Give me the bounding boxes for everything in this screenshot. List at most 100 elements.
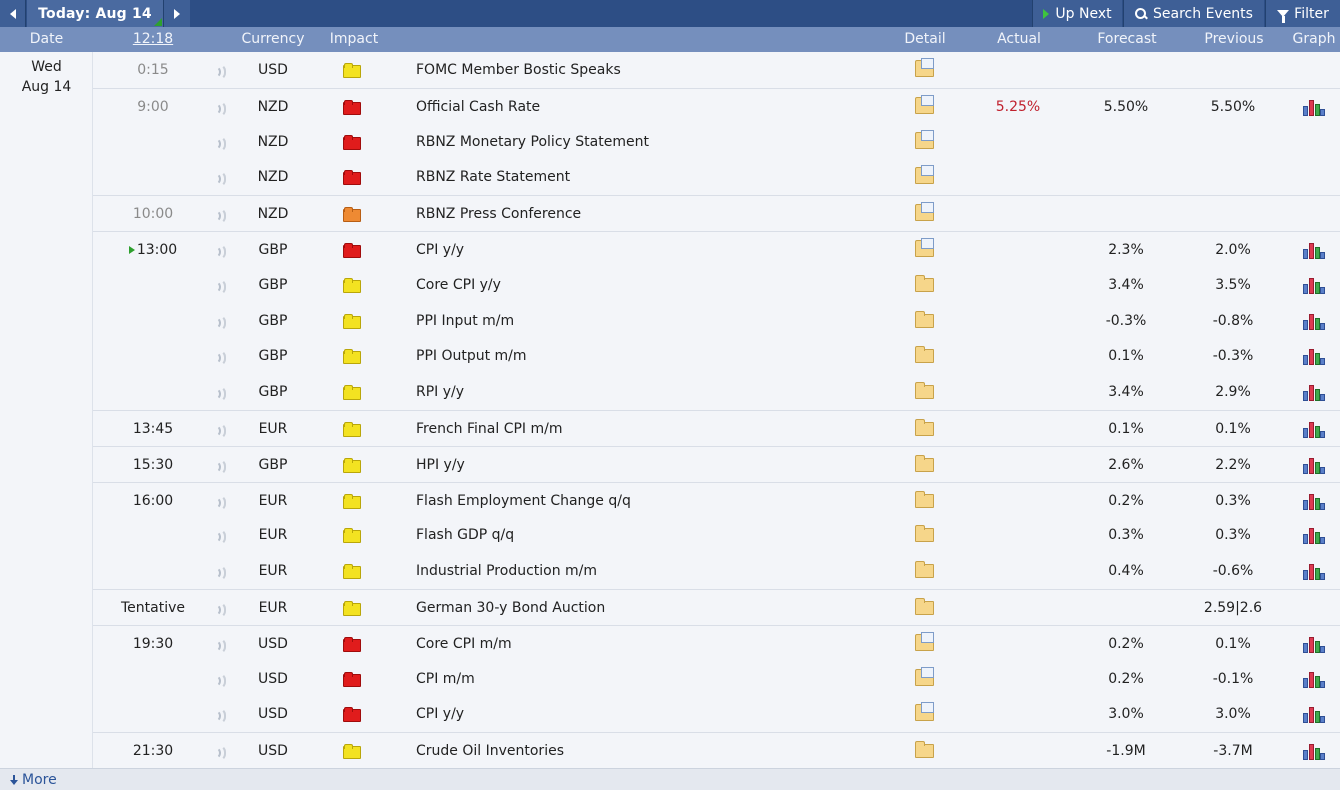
detail-folder-icon[interactable] [915,130,934,149]
detail-cell[interactable] [913,553,937,589]
event-title[interactable]: RPI y/y [416,374,876,410]
event-title[interactable]: FOMC Member Bostic Speaks [416,52,876,88]
detail-folder-icon[interactable] [915,382,934,399]
graph-cell[interactable] [1303,232,1325,268]
sound-icon[interactable] [215,423,226,439]
event-title[interactable]: CPI y/y [416,232,876,268]
detail-folder-icon[interactable] [915,702,934,721]
sound-alert-cell[interactable] [211,303,231,339]
event-row[interactable]: 21:30 USD Crude Oil Inventories -1.9M -3.7M [93,732,1340,768]
sound-alert-cell[interactable] [211,232,231,268]
graph-cell[interactable] [1303,447,1325,483]
event-title[interactable]: CPI y/y [416,696,876,732]
bar-chart-icon[interactable] [1303,383,1325,401]
event-title[interactable]: CPI m/m [416,661,876,697]
event-title[interactable]: HPI y/y [416,447,876,483]
detail-cell[interactable] [913,232,937,268]
sound-icon[interactable] [215,708,226,724]
detail-cell[interactable] [913,626,937,662]
detail-folder-icon[interactable] [915,275,934,292]
event-title[interactable]: RBNZ Rate Statement [416,159,876,195]
detail-cell[interactable] [913,89,937,125]
search-events-button[interactable]: Search Events [1123,0,1264,27]
sound-icon[interactable] [215,64,226,80]
event-row[interactable]: Tentative EUR German 30-y Bond Auction 2.59… [93,589,1340,625]
event-title[interactable]: French Final CPI m/m [416,411,876,447]
sound-icon[interactable] [215,638,226,654]
bar-chart-icon[interactable] [1303,347,1325,365]
detail-cell[interactable] [913,483,937,519]
sound-icon[interactable] [215,529,226,545]
bar-chart-icon[interactable] [1303,705,1325,723]
detail-cell[interactable] [913,159,937,195]
event-row[interactable]: GBP Core CPI y/y 3.4% 3.5% [93,267,1340,303]
sound-alert-cell[interactable] [211,696,231,732]
event-row[interactable]: 16:00 EUR Flash Employment Change q/q 0.2% 0… [93,482,1340,518]
sound-icon[interactable] [215,279,226,295]
event-row[interactable]: EUR Industrial Production m/m 0.4% -0.6% [93,553,1340,589]
event-row[interactable]: NZD RBNZ Monetary Policy Statement [93,124,1340,160]
event-row[interactable]: 10:00 NZD RBNZ Press Conference [93,195,1340,231]
filter-button[interactable]: Filter [1265,0,1340,27]
event-row[interactable]: NZD RBNZ Rate Statement [93,159,1340,195]
bar-chart-icon[interactable] [1303,562,1325,580]
event-row[interactable]: GBP PPI Input m/m -0.3% -0.8% [93,303,1340,339]
detail-folder-icon[interactable] [915,525,934,542]
detail-folder-icon[interactable] [915,598,934,615]
graph-cell[interactable] [1303,338,1325,374]
sound-alert-cell[interactable] [211,733,231,769]
graph-cell[interactable] [1303,733,1325,769]
sound-alert-cell[interactable] [211,159,231,195]
bar-chart-icon[interactable] [1303,241,1325,259]
event-row[interactable]: 13:45 EUR French Final CPI m/m 0.1% 0.1% [93,410,1340,446]
up-next-button[interactable]: Up Next [1032,0,1122,27]
detail-cell[interactable] [913,303,937,339]
graph-cell[interactable] [1303,696,1325,732]
event-title[interactable]: Core CPI y/y [416,267,876,303]
graph-cell[interactable] [1303,267,1325,303]
detail-folder-icon[interactable] [915,346,934,363]
bar-chart-icon[interactable] [1303,456,1325,474]
sound-icon[interactable] [215,602,226,618]
event-row[interactable]: GBP RPI y/y 3.4% 2.9% [93,374,1340,410]
sound-alert-cell[interactable] [211,661,231,697]
event-title[interactable]: Flash GDP q/q [416,517,876,553]
event-row[interactable]: USD CPI y/y 3.0% 3.0% [93,696,1340,732]
event-title[interactable]: RBNZ Monetary Policy Statement [416,124,876,160]
event-row[interactable]: GBP PPI Output m/m 0.1% -0.3% [93,338,1340,374]
detail-cell[interactable] [913,124,937,160]
bar-chart-icon[interactable] [1303,635,1325,653]
graph-cell[interactable] [1303,374,1325,410]
bar-chart-icon[interactable] [1303,312,1325,330]
event-title[interactable]: Industrial Production m/m [416,553,876,589]
detail-folder-icon[interactable] [915,491,934,508]
detail-folder-icon[interactable] [915,58,934,77]
bar-chart-icon[interactable] [1303,670,1325,688]
sound-icon[interactable] [215,386,226,402]
graph-cell[interactable] [1303,89,1325,125]
sound-alert-cell[interactable] [211,447,231,483]
graph-cell[interactable] [1303,483,1325,519]
bar-chart-icon[interactable] [1303,492,1325,510]
column-header-time[interactable]: 12:18 [113,27,193,52]
bar-chart-icon[interactable] [1303,420,1325,438]
event-row[interactable]: 15:30 GBP HPI y/y 2.6% 2.2% [93,446,1340,482]
sound-alert-cell[interactable] [211,590,231,626]
previous-day-button[interactable] [0,0,26,27]
detail-folder-icon[interactable] [915,741,934,758]
event-row[interactable]: 0:15 USD FOMC Member Bostic Speaks [93,52,1340,88]
sound-icon[interactable] [215,315,226,331]
detail-cell[interactable] [913,338,937,374]
detail-cell[interactable] [913,696,937,732]
graph-cell[interactable] [1303,517,1325,553]
sound-icon[interactable] [215,101,226,117]
sound-alert-cell[interactable] [211,553,231,589]
sound-alert-cell[interactable] [211,374,231,410]
sound-alert-cell[interactable] [211,483,231,519]
detail-folder-icon[interactable] [915,419,934,436]
sound-alert-cell[interactable] [211,124,231,160]
sound-icon[interactable] [215,459,226,475]
sound-alert-cell[interactable] [211,626,231,662]
event-title[interactable]: German 30-y Bond Auction [416,590,876,626]
detail-folder-icon[interactable] [915,238,934,257]
